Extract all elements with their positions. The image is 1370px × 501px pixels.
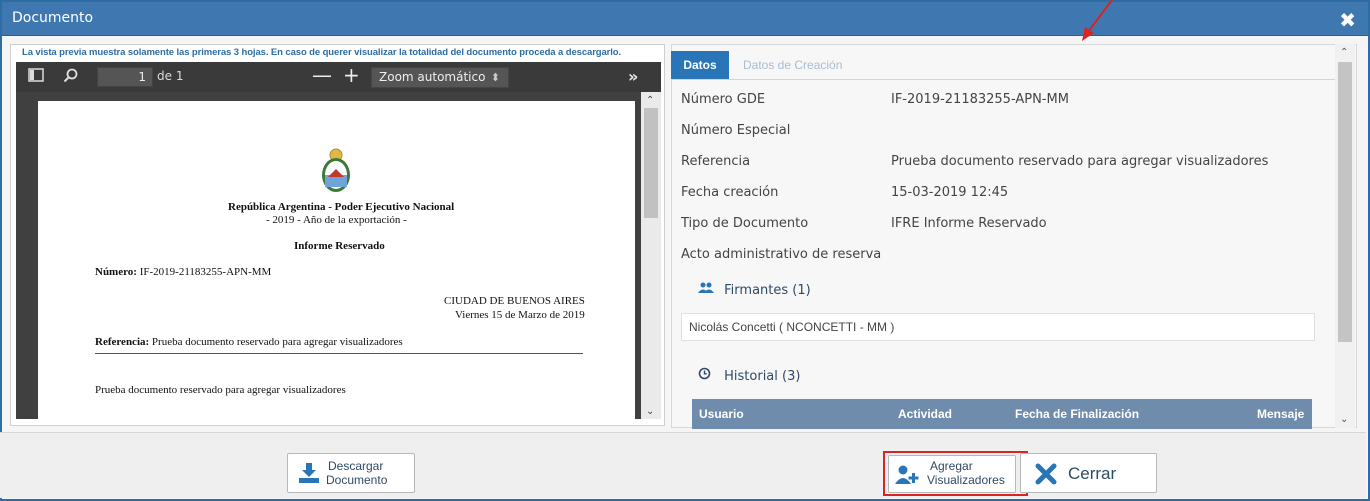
- doc-referencia: Referencia: Prueba documento reservado p…: [95, 336, 403, 348]
- sidebar-toggle-icon[interactable]: [28, 68, 44, 86]
- doc-numero: Número: IF-2019-21183255-APN-MM: [95, 266, 271, 278]
- agregar-line1: Agregar: [930, 459, 973, 473]
- tab-divider: [671, 79, 1336, 80]
- field-value-fecha-creacion: 15-03-2019 12:45: [891, 185, 1009, 200]
- scroll-down-icon[interactable]: ⌄: [1340, 414, 1348, 425]
- historial-header[interactable]: Historial (3): [698, 367, 800, 384]
- col-usuario[interactable]: Usuario: [699, 407, 744, 421]
- field-label-tipo-documento: Tipo de Documento: [681, 216, 809, 231]
- tab-datos-creacion[interactable]: Datos de Creación: [743, 51, 842, 79]
- doc-header-line2: - 2019 - Año de la exportación -: [266, 214, 407, 226]
- field-value-tipo-documento: IFRE Informe Reservado: [891, 216, 1047, 231]
- firmantes-title: Firmantes (1): [724, 283, 811, 298]
- doc-referencia-label: Referencia:: [95, 336, 150, 348]
- col-fecha-finalizacion[interactable]: Fecha de Finalización: [1015, 407, 1139, 421]
- select-caret-icon: ⬍: [490, 71, 500, 84]
- field-label-numero-especial: Número Especial: [681, 123, 791, 138]
- descargar-line2: Documento: [326, 473, 388, 487]
- doc-date: Viernes 15 de Marzo de 2019: [455, 309, 585, 321]
- close-icon[interactable]: ✖: [1339, 8, 1356, 32]
- page-number-input[interactable]: 1: [97, 67, 153, 87]
- search-icon[interactable]: [63, 68, 78, 87]
- scroll-down-icon[interactable]: ⌄: [646, 406, 654, 417]
- document-page: República Argentina - Poder Ejecutivo Na…: [38, 101, 635, 419]
- col-mensaje[interactable]: Mensaje: [1257, 407, 1304, 421]
- dialog-title: Documento: [12, 10, 94, 26]
- agregar-visualizadores-button[interactable]: Agregar Visualizadores: [888, 455, 1016, 493]
- download-icon: [298, 462, 320, 489]
- pdf-viewer[interactable]: República Argentina - Poder Ejecutivo Na…: [16, 92, 661, 419]
- firmante-item: Nicolás Concetti ( NCONCETTI - MM ): [681, 313, 1315, 341]
- cerrar-label: Cerrar: [1068, 464, 1117, 483]
- scroll-up-icon[interactable]: ⌃: [646, 95, 654, 106]
- cerrar-button[interactable]: Cerrar: [1020, 453, 1157, 493]
- coat-of-arms-icon: [322, 148, 350, 192]
- field-label-referencia: Referencia: [681, 154, 751, 169]
- field-value-referencia: Prueba documento reservado para agregar …: [891, 154, 1269, 169]
- dialog-titlebar: Documento ✖: [2, 2, 1368, 36]
- doc-type: Informe Reservado: [294, 240, 385, 252]
- zoom-in-button[interactable]: +: [343, 65, 360, 85]
- doc-body: Prueba documento reservado para agregar …: [95, 384, 346, 396]
- doc-numero-label: Número:: [95, 266, 137, 278]
- col-actividad[interactable]: Actividad: [898, 407, 952, 421]
- zoom-select[interactable]: Zoom automático ⬍: [371, 67, 509, 88]
- users-icon: [698, 282, 720, 298]
- historial-table-header: Usuario Actividad Fecha de Finalización …: [692, 399, 1312, 429]
- more-tools-icon[interactable]: »: [628, 67, 638, 86]
- zoom-out-button[interactable]: —: [312, 65, 332, 85]
- historial-title: Historial (3): [724, 369, 801, 384]
- doc-city: CIUDAD DE BUENOS AIRES: [444, 295, 585, 307]
- tab-datos[interactable]: Datos: [671, 51, 729, 79]
- scrollbar-thumb[interactable]: [644, 108, 658, 218]
- doc-header-line1: República Argentina - Poder Ejecutivo Na…: [228, 201, 455, 213]
- preview-notice: La vista previa muestra solamente las pr…: [22, 47, 622, 58]
- field-value-numero-gde: IF-2019-21183255-APN-MM: [891, 92, 1069, 107]
- add-user-icon: [895, 465, 921, 490]
- field-label-numero-gde: Número GDE: [681, 92, 766, 107]
- doc-referencia-value: Prueba documento reservado para agregar …: [151, 336, 403, 348]
- descargar-documento-button[interactable]: Descargar Documento: [287, 453, 415, 493]
- close-x-icon: [1035, 463, 1057, 490]
- field-label-acto-administrativo: Acto administrativo de reserva: [681, 247, 882, 262]
- doc-numero-value: IF-2019-21183255-APN-MM: [139, 266, 272, 278]
- preview-scrollbar[interactable]: ⌃ ⌄: [641, 92, 661, 419]
- clock-icon: [698, 367, 720, 384]
- page-count-label: de 1: [157, 69, 184, 83]
- zoom-select-value: Zoom automático: [379, 70, 486, 84]
- scrollbar-thumb[interactable]: [1338, 62, 1352, 342]
- field-label-fecha-creacion: Fecha creación: [681, 185, 779, 200]
- scroll-up-icon[interactable]: ⌃: [1340, 47, 1348, 58]
- dialog-footer: [0, 432, 1366, 498]
- doc-divider: [95, 353, 583, 354]
- firmantes-header[interactable]: Firmantes (1): [698, 282, 811, 298]
- pdf-toolbar: 1 de 1 — + Zoom automático ⬍ »: [16, 62, 661, 92]
- annotation-arrow-icon: [1082, 0, 1113, 41]
- datos-scrollbar[interactable]: ⌃ ⌄: [1335, 44, 1355, 428]
- descargar-line1: Descargar: [328, 459, 384, 473]
- agregar-line2: Visualizadores: [927, 473, 1005, 487]
